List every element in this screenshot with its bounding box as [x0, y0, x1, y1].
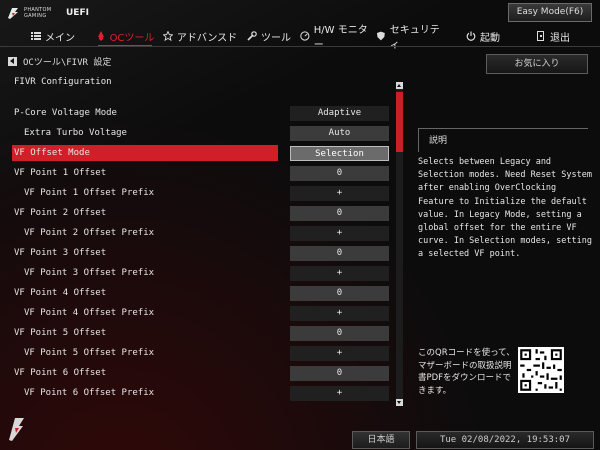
main-nav: メイン OCツール アドバンスド ツール H/W モニター セキュリティ 起動	[0, 25, 600, 51]
easy-mode-button[interactable]: Easy Mode(F6)	[508, 3, 592, 22]
brand-line2: GAMING	[24, 13, 47, 19]
back-arrow-icon[interactable]	[8, 56, 17, 66]
phantom-gaming-logo-icon	[8, 8, 18, 19]
scroll-up-arrow-icon[interactable]	[396, 82, 403, 89]
datetime-display: Tue 02/08/2022, 19:53:07	[416, 431, 594, 449]
setting-label: VF Point 1 Offset	[14, 168, 107, 178]
setting-row[interactable]: VF Point 1 Offset Prefix +	[0, 184, 392, 202]
setting-row[interactable]: VF Point 6 Offset 0	[0, 364, 392, 382]
brand-uefi: UEFI	[66, 8, 89, 18]
language-button[interactable]: 日本語	[352, 431, 410, 449]
scrollbar[interactable]	[396, 82, 403, 406]
exit-icon	[537, 31, 544, 41]
qr-code-icon	[518, 347, 564, 393]
setting-row[interactable]: VF Point 1 Offset 0	[0, 164, 392, 182]
help-description: Selects between Legacy and Selection mod…	[418, 157, 592, 260]
wrench-icon	[247, 31, 257, 41]
setting-row[interactable]: P-Core Voltage Mode Adaptive	[0, 104, 392, 122]
setting-label: P-Core Voltage Mode	[14, 108, 117, 118]
setting-label: VF Point 2 Offset	[14, 208, 107, 218]
tab-oc-tools[interactable]: OCツール	[92, 25, 158, 47]
setting-row[interactable]: VF Point 4 Offset 0	[0, 284, 392, 302]
section-title: FIVR Configuration	[14, 77, 112, 87]
setting-label: VF Point 3 Offset	[14, 248, 107, 258]
star-icon	[162, 31, 173, 41]
setting-value[interactable]: +	[290, 226, 389, 241]
favorite-button[interactable]: お気に入り	[486, 54, 588, 74]
scroll-thumb[interactable]	[396, 92, 403, 152]
top-bar: PHANTOM GAMING UEFI Easy Mode(F6) メイン OC…	[0, 0, 600, 51]
scroll-down-arrow-icon[interactable]	[396, 399, 403, 406]
setting-value[interactable]: 0	[290, 286, 389, 301]
phantom-gaming-emblem-icon	[9, 418, 24, 441]
setting-value[interactable]: Adaptive	[290, 106, 389, 121]
tab-boot-label: 起動	[480, 32, 500, 44]
setting-label: Extra Turbo Voltage	[24, 128, 127, 138]
list-icon	[31, 32, 41, 40]
setting-row[interactable]: VF Point 3 Offset 0	[0, 244, 392, 262]
setting-value[interactable]: 0	[290, 246, 389, 261]
tab-hw-monitor[interactable]: H/W モニター	[300, 25, 376, 51]
breadcrumb-text: OCツール\FIVR 設定	[23, 57, 112, 68]
breadcrumb: OCツール\FIVR 設定	[8, 55, 112, 68]
help-title: 説明	[418, 128, 588, 152]
qr-description: このQRコードを使って、マザーボードの取扱説明書PDFをダウンロードできます。	[418, 348, 515, 396]
setting-value[interactable]: +	[290, 186, 389, 201]
setting-value[interactable]: Selection	[290, 146, 389, 161]
monitor-icon	[300, 31, 310, 41]
setting-value[interactable]: +	[290, 266, 389, 281]
rocket-icon	[97, 31, 104, 41]
tab-advanced[interactable]: アドバンスド	[162, 25, 238, 47]
nav-divider	[0, 46, 600, 47]
setting-label: VF Point 3 Offset Prefix	[24, 268, 155, 278]
tab-tools-label: ツール	[261, 32, 291, 44]
tab-exit-label: 退出	[550, 32, 570, 44]
setting-row[interactable]: VF Point 2 Offset Prefix +	[0, 224, 392, 242]
tab-tools[interactable]: ツール	[244, 25, 294, 47]
setting-label: VF Point 6 Offset	[14, 368, 107, 378]
setting-row[interactable]: VF Point 3 Offset Prefix +	[0, 264, 392, 282]
setting-row[interactable]: VF Point 5 Offset Prefix +	[0, 344, 392, 362]
setting-value[interactable]: 0	[290, 166, 389, 181]
setting-value[interactable]: +	[290, 386, 389, 401]
shield-icon	[376, 31, 385, 41]
brand-logo: PHANTOM GAMING UEFI	[6, 4, 89, 22]
setting-value[interactable]: 0	[290, 326, 389, 341]
power-icon	[466, 31, 476, 41]
tab-security[interactable]: セキュリティ	[376, 25, 448, 51]
setting-label: VF Point 1 Offset Prefix	[24, 188, 155, 198]
tab-main[interactable]: メイン	[22, 25, 84, 47]
setting-label: VF Point 2 Offset Prefix	[24, 228, 155, 238]
setting-row[interactable]: VF Point 5 Offset 0	[0, 324, 392, 342]
tab-oc-tools-label: OCツール	[109, 32, 155, 44]
setting-label: VF Point 6 Offset Prefix	[24, 388, 155, 398]
setting-value[interactable]: +	[290, 346, 389, 361]
setting-label: VF Point 5 Offset Prefix	[24, 348, 155, 358]
setting-row[interactable]: VF Offset Mode Selection	[0, 144, 392, 162]
tab-exit[interactable]: 退出	[530, 25, 576, 47]
setting-row[interactable]: Extra Turbo Voltage Auto	[0, 124, 392, 142]
setting-row[interactable]: VF Point 4 Offset Prefix +	[0, 304, 392, 322]
tab-advanced-label: アドバンスド	[176, 32, 238, 44]
setting-value[interactable]: 0	[290, 206, 389, 221]
tab-boot[interactable]: 起動	[460, 25, 506, 47]
setting-label: VF Point 5 Offset	[14, 328, 107, 338]
setting-row[interactable]: VF Point 2 Offset 0	[0, 204, 392, 222]
setting-row[interactable]: VF Point 6 Offset Prefix +	[0, 384, 392, 402]
setting-label: VF Point 4 Offset	[14, 288, 107, 298]
tab-main-label: メイン	[45, 32, 75, 44]
setting-value[interactable]: 0	[290, 366, 389, 381]
setting-label: VF Offset Mode	[14, 148, 90, 158]
setting-value[interactable]: +	[290, 306, 389, 321]
setting-value[interactable]: Auto	[290, 126, 389, 141]
setting-label: VF Point 4 Offset Prefix	[24, 308, 155, 318]
